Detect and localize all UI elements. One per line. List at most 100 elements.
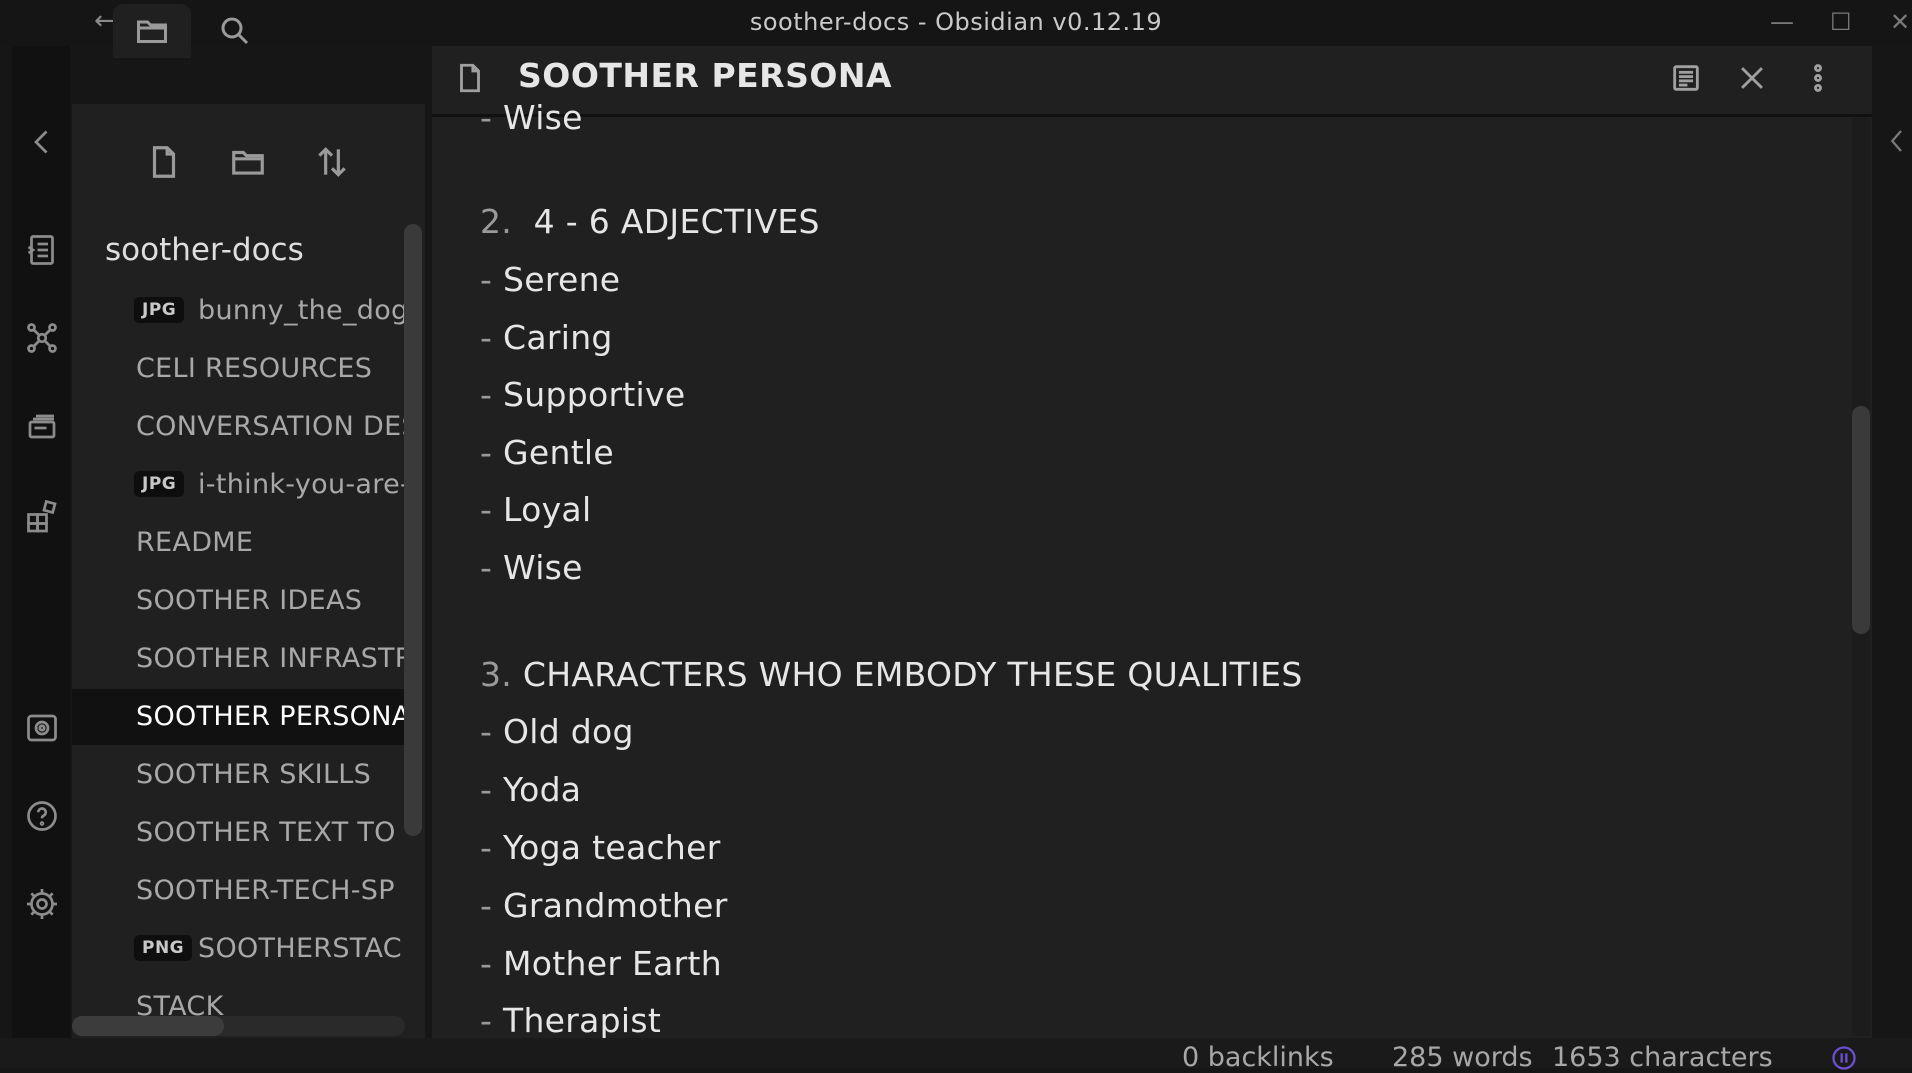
list-item: - Mother Earth [480,944,722,983]
list-item: - Therapist [480,1001,661,1040]
settings-icon[interactable] [20,882,64,926]
sidebar-horizontal-scroll-thumb[interactable] [72,1016,224,1036]
list-item: - Wise [480,98,583,137]
file-explorer-icon[interactable] [113,4,191,58]
list-item: - Yoga teacher [480,828,721,867]
file-item[interactable]: JPG bunny_the_dog. [72,283,405,339]
collapse-sidebar-icon[interactable] [20,120,64,164]
right-ribbon [1872,46,1912,1038]
new-note-icon[interactable] [142,140,186,184]
file-item[interactable]: SOOTHER-TECH-SP [72,863,405,919]
list-item: - Supportive [480,375,685,414]
file-name: README [136,527,254,558]
file-item[interactable]: PNG SOOTHERSTAC [72,921,405,977]
file-item[interactable]: README [72,515,405,571]
list-dash: - [480,318,503,357]
line-text: Gentle [503,433,614,472]
file-extension-badge: PNG [134,935,193,961]
list-item: - Grandmother [480,886,728,925]
file-name: SOOTHER TEXT TO [136,817,396,848]
file-item[interactable]: SOOTHER PERSONA [72,689,405,745]
more-options-icon[interactable] [1798,58,1838,98]
line-text: Grandmother [503,886,728,925]
new-folder-icon[interactable] [226,140,270,184]
file-name: SOOTHER IDEAS [136,585,363,616]
file-extension-badge: JPG [134,471,185,497]
list-dash: - [480,712,503,751]
line-text: Caring [503,318,613,357]
sort-order-icon[interactable] [310,140,354,184]
file-name: SOOTHER SKILLS [136,759,372,790]
window-close-icon[interactable]: ✕ [1890,8,1910,36]
document-title[interactable]: SOOTHER PERSONA [518,56,892,95]
list-dash: - [480,944,503,983]
file-name: bunny_the_dog. [198,295,405,326]
file-item[interactable]: CELI RESOURCES [72,341,405,397]
file-name: SOOTHER PERSONA [136,701,405,732]
sidebar-scrollbar[interactable] [404,224,422,836]
file-name: SOOTHERSTAC [198,933,402,964]
list-dash: - [480,548,503,587]
file-item[interactable]: JPG i-think-you-are- [72,457,405,513]
file-item[interactable]: SOOTHER TEXT TO [72,805,405,861]
list-item: - Wise [480,548,583,587]
list-dash: - [480,433,503,472]
line-text: Wise [503,548,583,587]
file-extension-badge: JPG [134,297,185,323]
file-icon [450,58,490,98]
vault-name[interactable]: soother-docs [105,232,304,268]
open-cards-icon[interactable] [20,406,64,450]
file-name: CELI RESOURCES [136,353,373,384]
line-text: Serene [503,260,621,299]
line-text: Yoga teacher [503,828,721,867]
line-text: 4 - 6 ADJECTIVES [533,202,820,241]
line-text: Yoda [503,770,582,809]
help-icon[interactable] [20,794,64,838]
list-item: - Old dog [480,712,634,751]
file-name: CONVERSATION DES [136,411,405,442]
character-count: 1653 characters [1552,1042,1773,1073]
minimize-icon[interactable]: — [1770,8,1794,36]
word-count: 285 words [1392,1042,1533,1073]
file-name: SOOTHER-TECH-SP [136,875,395,906]
editor-scroll-thumb[interactable] [1852,406,1870,634]
close-icon[interactable] [1732,58,1772,98]
file-name: SOOTHER INFRASTR [136,643,405,674]
list-item: - Caring [480,318,613,357]
graph-view-icon[interactable] [20,316,64,360]
expand-right-sidebar-icon[interactable] [1886,126,1906,156]
list-item: - Loyal [480,490,591,529]
list-dash: - [480,98,503,137]
file-item[interactable]: SOOTHER IDEAS [72,573,405,629]
file-item[interactable]: SOOTHER SKILLS [72,747,405,803]
list-dash: - [480,1001,503,1040]
list-dash: - [480,490,503,529]
list-dash: - [480,828,503,867]
title-bar: ← → soother-docs - Obsidian v0.12.19 — ☐… [0,0,1912,46]
open-quick-switcher-icon[interactable] [20,228,64,272]
templates-icon[interactable] [20,494,64,538]
open-vault-icon[interactable] [20,706,64,750]
line-text: Old dog [503,712,634,751]
reading-mode-icon[interactable] [1666,58,1706,98]
list-dash: - [480,770,503,809]
list-number: 2. [480,202,534,241]
list-item: - Yoda [480,770,581,809]
list-number: 3. [480,655,523,694]
file-item[interactable]: CONVERSATION DES [72,399,405,455]
numbered-heading: 3. CHARACTERS WHO EMBODY THESE QUALITIES [480,655,1303,694]
list-dash: - [480,260,503,299]
maximize-icon[interactable]: ☐ [1830,8,1852,36]
file-name: i-think-you-are- [198,469,405,500]
numbered-heading: 2. 4 - 6 ADJECTIVES [480,202,820,241]
line-text: Mother Earth [503,944,722,983]
list-dash: - [480,886,503,925]
list-item: - Gentle [480,433,614,472]
line-text: Supportive [503,375,686,414]
search-icon[interactable] [196,4,274,58]
line-text: Therapist [503,1001,662,1040]
file-item[interactable]: SOOTHER INFRASTR [72,631,405,687]
line-text: Loyal [503,490,592,529]
backlinks-count[interactable]: 0 backlinks [1182,1042,1334,1073]
list-dash: - [480,375,503,414]
